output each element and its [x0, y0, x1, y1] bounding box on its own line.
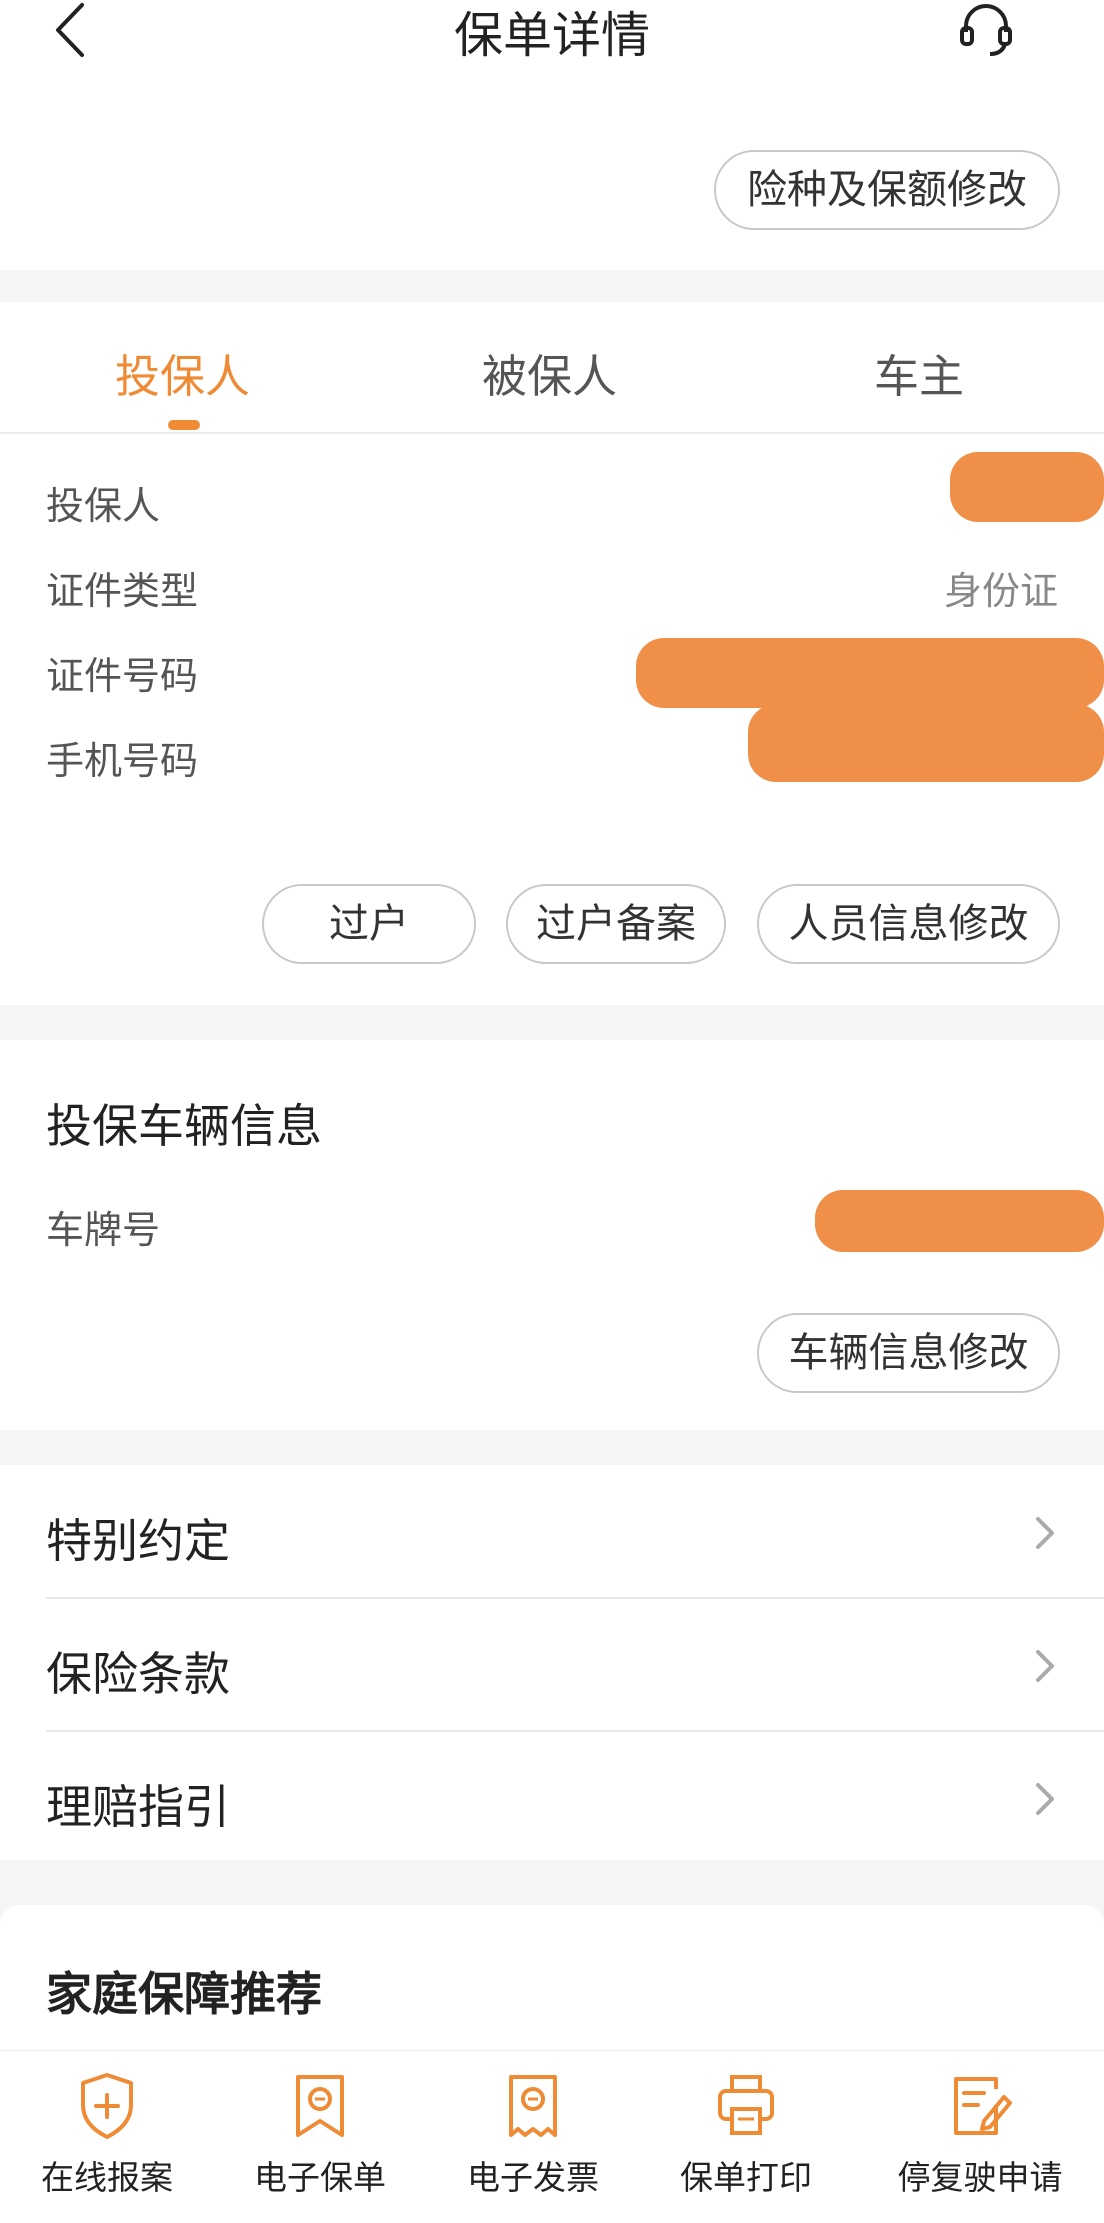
list-item-claims-guide[interactable]: 理赔指引 — [0, 1731, 1104, 1863]
chevron-right-icon — [1036, 1517, 1054, 1549]
shield-plus-icon — [81, 2073, 133, 2139]
id-number-label: 证件号码 — [46, 654, 199, 698]
nav-label: 电子保单 — [254, 2158, 386, 2197]
nav-e-policy[interactable]: 电子保单 — [220, 2071, 420, 2199]
id-type-value: 身份证 — [943, 569, 1058, 613]
nav-suspend-resume[interactable]: 停复驶申请 — [880, 2071, 1080, 2199]
tab-policyholder[interactable]: 投保人 — [115, 340, 250, 405]
list-item-insurance-terms[interactable]: 保险条款 — [0, 1598, 1104, 1730]
list-item-label: 特别约定 — [46, 1514, 230, 1568]
modify-coverage-button[interactable]: 险种及保额修改 — [714, 150, 1060, 230]
tab-insured[interactable]: 被保人 — [482, 340, 617, 405]
transfer-record-button[interactable]: 过户备案 — [506, 884, 726, 964]
id-type-label: 证件类型 — [46, 569, 199, 613]
vehicle-section-title: 投保车辆信息 — [46, 1099, 322, 1153]
list-item-special-agreement[interactable]: 特别约定 — [0, 1465, 1104, 1597]
tab-owner[interactable]: 车主 — [874, 340, 964, 405]
modify-person-button[interactable]: 人员信息修改 — [757, 884, 1060, 964]
nav-e-invoice[interactable]: 电子发票 — [433, 2071, 633, 2199]
chevron-right-icon — [1036, 1650, 1054, 1682]
nav-label: 保单打印 — [680, 2158, 812, 2197]
nav-label: 电子发票 — [467, 2158, 599, 2197]
chevron-right-icon — [1036, 1783, 1054, 1815]
active-tab-indicator — [168, 420, 200, 430]
nav-label: 停复驶申请 — [897, 2158, 1063, 2197]
transfer-button[interactable]: 过户 — [262, 884, 476, 964]
nav-online-report[interactable]: 在线报案 — [7, 2071, 207, 2199]
party-tabs: 投保人 被保人 车主 — [0, 302, 1104, 434]
customer-service-icon[interactable] — [956, 0, 1016, 60]
bottom-nav: 在线报案 电子保单 电子发票 保单打印 停复驶申请 — [0, 2050, 1104, 2223]
e-policy-icon — [296, 2075, 344, 2137]
page-title: 保单详情 — [453, 7, 650, 64]
e-invoice-icon — [509, 2075, 557, 2137]
policyholder-label: 投保人 — [46, 484, 161, 528]
redaction-mask — [636, 638, 1104, 708]
list-item-label: 理赔指引 — [46, 1780, 230, 1834]
printer-icon — [718, 2075, 774, 2135]
plate-label: 车牌号 — [46, 1208, 161, 1252]
modify-vehicle-button[interactable]: 车辆信息修改 — [757, 1313, 1060, 1393]
phone-label: 手机号码 — [46, 739, 199, 783]
recommend-title: 家庭保障推荐 — [46, 1967, 322, 2021]
policy-links-list: 特别约定 保险条款 理赔指引 — [0, 1465, 1104, 1860]
redaction-mask — [748, 704, 1104, 782]
redaction-mask — [815, 1190, 1104, 1252]
nav-policy-print[interactable]: 保单打印 — [646, 2071, 846, 2199]
nav-label: 在线报案 — [41, 2158, 173, 2197]
list-item-label: 保险条款 — [46, 1647, 230, 1701]
header: 保单详情 — [0, 0, 1104, 95]
redaction-mask — [950, 452, 1104, 522]
edit-document-icon — [954, 2077, 1012, 2135]
